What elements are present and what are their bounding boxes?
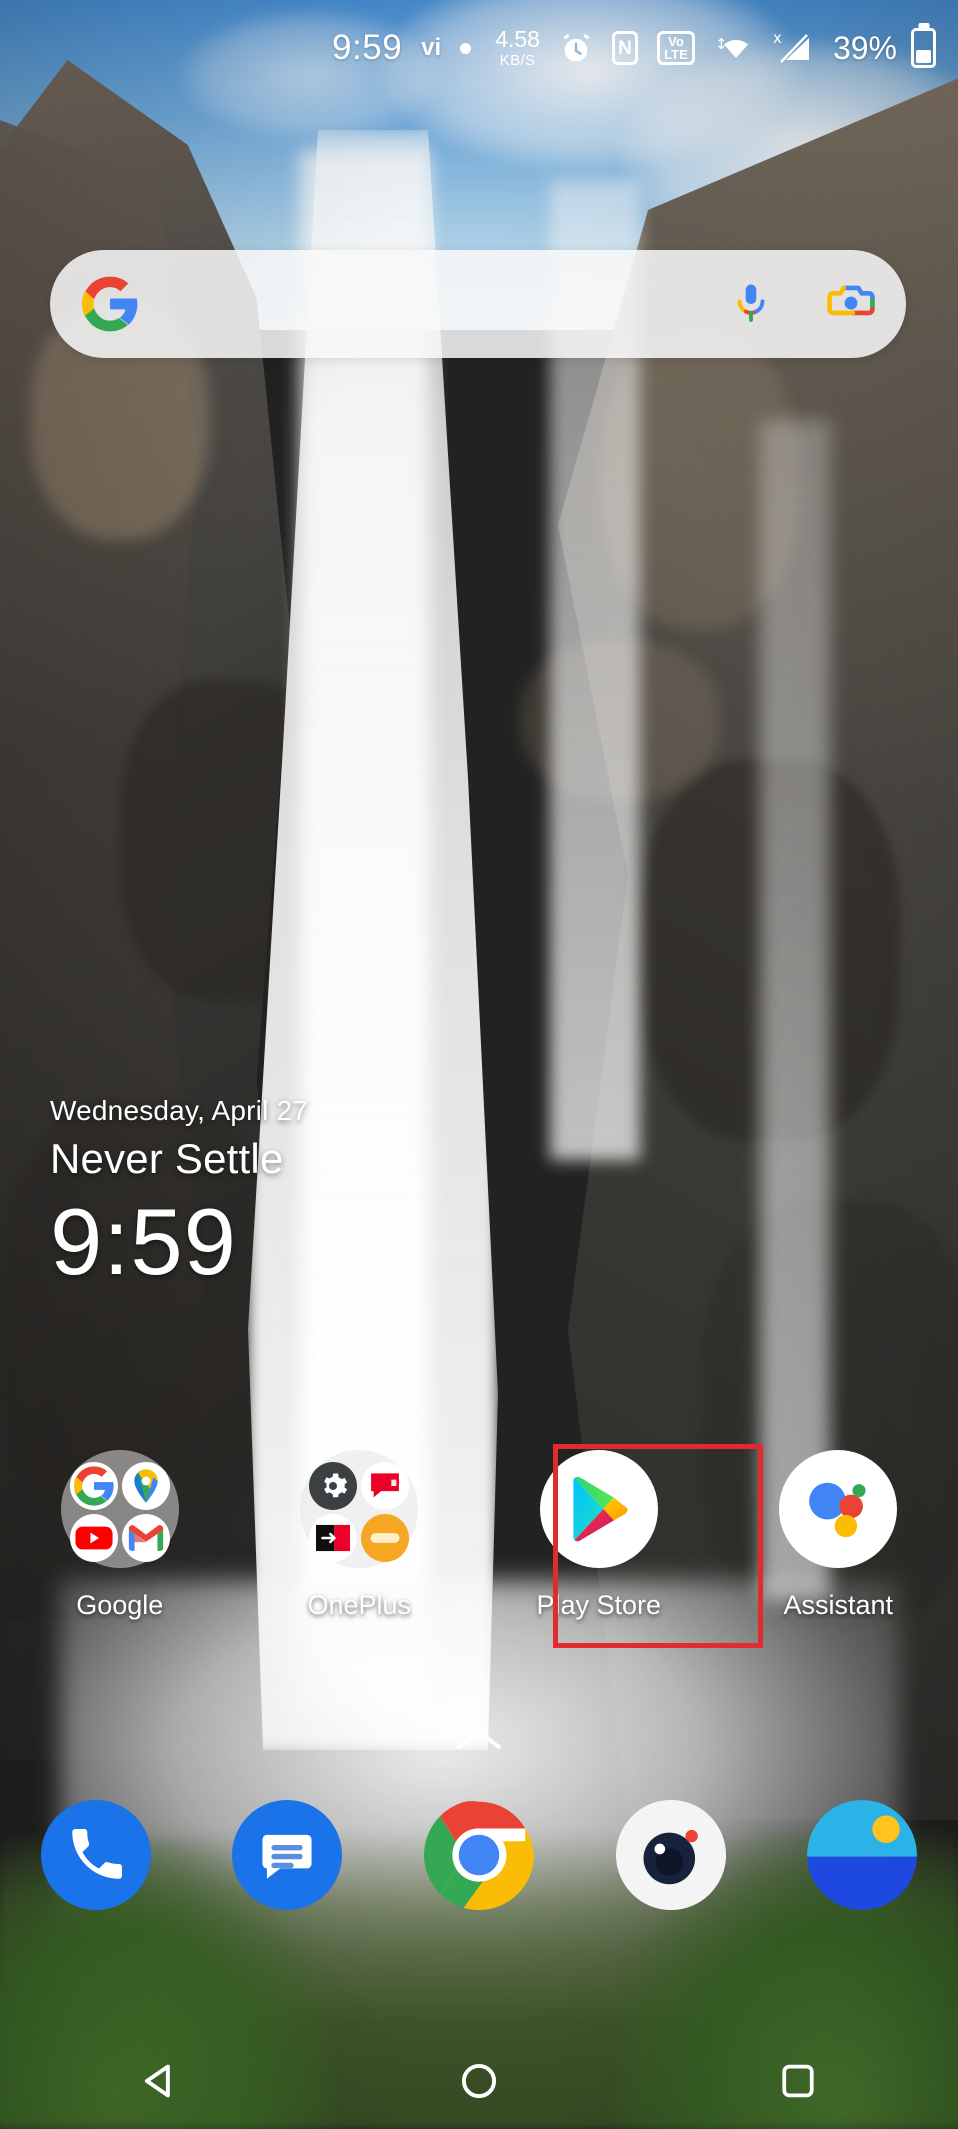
dock-item-chrome[interactable] (383, 1800, 575, 1910)
svg-text:x: x (773, 30, 782, 47)
battery-icon (901, 28, 936, 68)
dock-item-phone[interactable] (0, 1800, 192, 1910)
network-speed-value: 4.58 (495, 26, 540, 52)
phone-icon[interactable] (40, 1800, 151, 1910)
status-bar-clock: 9:59 (332, 28, 403, 67)
camera-icon[interactable] (615, 1800, 726, 1910)
google-folder-icon[interactable] (60, 1450, 179, 1568)
widget-date: Wednesday, April 27 (50, 1095, 309, 1126)
google-search-bar[interactable] (50, 250, 906, 358)
cellular-signal-no-sim-icon: x (773, 30, 815, 66)
folder-oneplus[interactable]: OnePlus (240, 1450, 480, 1621)
network-speed-unit: KB/S (499, 52, 536, 69)
google-maps-icon (121, 1462, 170, 1510)
settings-gear-icon (309, 1462, 358, 1510)
nav-button-home[interactable] (319, 2060, 638, 2102)
home-screen-app-row: Google OnePlus Play Store Assistant (0, 1450, 958, 1621)
microphone-icon[interactable] (706, 281, 796, 327)
widget-time: 9:59 (50, 1189, 237, 1294)
nav-button-back[interactable] (0, 2060, 319, 2102)
app-play-store[interactable]: Play Store (479, 1450, 719, 1621)
nfc-icon: N (611, 31, 638, 65)
navigation-bar (0, 2033, 958, 2129)
alarm-clock-icon (559, 31, 593, 65)
clock-widget[interactable]: Wednesday, April 27 Never Settle 9:59 (50, 1095, 308, 1292)
battery-percentage: 39% (832, 29, 897, 66)
dock-item-messages[interactable] (192, 1800, 384, 1910)
google-g-logo-icon (50, 276, 170, 332)
status-bar[interactable]: 9:59 vi 4.58 KB/S N Vo LTE ↕ x 39% (0, 0, 958, 96)
google-search-icon (69, 1462, 118, 1510)
folder-google[interactable]: Google (0, 1450, 240, 1621)
chevron-up-icon[interactable] (453, 1725, 505, 1760)
carrier-glyph: vi (421, 34, 442, 61)
oneplus-community-icon (361, 1462, 410, 1510)
dock-item-camera[interactable] (575, 1800, 767, 1910)
nav-button-recents[interactable] (639, 2061, 958, 2101)
dock (0, 1800, 958, 1910)
oneplus-folder-icon[interactable] (300, 1450, 419, 1568)
volte-bottom-label: LTE (664, 47, 688, 62)
back-triangle-icon (144, 2064, 170, 2098)
dock-item-gallery[interactable] (766, 1800, 958, 1910)
chrome-icon[interactable] (423, 1800, 534, 1910)
app-label-assistant: Assistant (783, 1590, 894, 1620)
network-speed-indicator: 4.58 KB/S (495, 26, 540, 69)
app-assistant[interactable]: Assistant (719, 1450, 958, 1621)
widget-tagline: Never Settle (50, 1135, 284, 1182)
google-assistant-icon[interactable] (779, 1450, 898, 1568)
oneplus-switch-icon (309, 1514, 358, 1562)
search-input[interactable] (170, 250, 706, 358)
google-lens-camera-icon[interactable] (796, 282, 906, 326)
gmail-icon (121, 1514, 170, 1562)
zen-mode-icon (361, 1514, 410, 1562)
messages-icon[interactable] (232, 1800, 343, 1910)
recents-square-icon (782, 2064, 814, 2098)
carrier-label: vi (421, 36, 441, 60)
folder-label-oneplus: OnePlus (307, 1590, 412, 1620)
nfc-label: N (618, 37, 632, 59)
volte-icon: Vo LTE (656, 31, 695, 65)
app-label-play-store: Play Store (536, 1590, 662, 1620)
youtube-icon (69, 1514, 118, 1562)
wifi-icon: ↕ (714, 32, 754, 64)
folder-label-google: Google (76, 1590, 164, 1620)
gallery-icon[interactable] (807, 1800, 918, 1910)
notification-dot (460, 42, 472, 54)
google-play-store-icon[interactable] (539, 1450, 658, 1568)
home-circle-icon (461, 2063, 497, 2099)
phone-screen: 9:59 vi 4.58 KB/S N Vo LTE ↕ x 39% Wedne… (0, 0, 958, 2129)
